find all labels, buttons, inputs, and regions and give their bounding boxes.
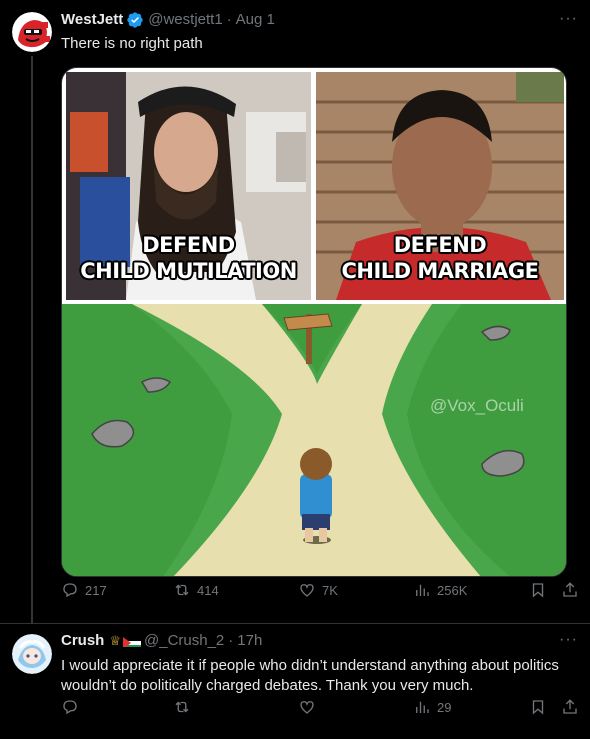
tweet-text: I would appreciate it if people who didn…: [61, 657, 559, 694]
watermark: @Vox_Oculi: [430, 396, 524, 415]
views-count: 256K: [437, 582, 468, 598]
separator-dot: ·: [226, 11, 232, 28]
like-icon: [300, 701, 314, 714]
left-caption-line2: CHILD MUTILATION: [80, 259, 297, 283]
more-icon[interactable]: ···: [559, 631, 578, 649]
tweet-westjett[interactable]: WestJett @westjett1 · Aug 1 ··· There is…: [0, 0, 590, 624]
more-icon[interactable]: ···: [559, 10, 578, 28]
share-icon: [563, 699, 577, 714]
views-icon: [416, 584, 429, 596]
right-caption-line1: DEFEND: [393, 233, 487, 257]
reply-button[interactable]: [61, 698, 79, 716]
bookmark-icon: [532, 583, 544, 598]
timestamp[interactable]: 17h: [237, 631, 262, 651]
repost-icon: [175, 584, 189, 596]
flag-icon: [123, 635, 141, 647]
avatar-westjett[interactable]: [12, 12, 52, 52]
like-button[interactable]: 7K: [298, 581, 338, 599]
repost-count: 414: [197, 582, 219, 598]
reply-button[interactable]: 217: [61, 581, 107, 599]
views-icon: [416, 701, 429, 713]
meme-panel-right: DEFEND CHILD MARRIAGE: [316, 72, 564, 300]
timestamp[interactable]: Aug 1: [236, 10, 275, 30]
views-button[interactable]: 256K: [413, 581, 467, 599]
author-name[interactable]: Crush: [61, 631, 104, 651]
meme-panel-left: DEFEND CHILD MUTILATION: [66, 72, 311, 300]
like-count: 7K: [322, 582, 338, 598]
thread-line: [31, 56, 33, 624]
verified-badge-icon: [127, 12, 143, 28]
meme-panel-crossroads: @Vox_Oculi: [62, 304, 566, 576]
author-handle[interactable]: @westjett1: [148, 10, 222, 30]
repost-icon: [175, 701, 189, 713]
bookmark-icon: [532, 700, 544, 715]
bookmark-button[interactable]: [529, 581, 547, 599]
views-count: 29: [437, 699, 452, 715]
share-icon: [563, 582, 577, 597]
share-button[interactable]: [561, 581, 579, 599]
reply-icon: [63, 700, 77, 715]
avatar-crush[interactable]: [12, 634, 52, 674]
like-button[interactable]: [298, 698, 316, 716]
tweet-text: There is no right path: [61, 35, 203, 52]
left-caption-line1: DEFEND: [142, 233, 235, 257]
tweet-crush[interactable]: Crush ♕ @_Crush_2 · 17h ··· I would appr…: [0, 624, 590, 739]
right-caption-line2: CHILD MARRIAGE: [341, 259, 539, 283]
tweet-media[interactable]: DEFEND CHILD MUTILATION DEFEND CHILD MAR…: [61, 67, 567, 577]
like-icon: [300, 584, 314, 597]
author-handle[interactable]: @_Crush_2: [144, 631, 224, 651]
repost-button[interactable]: 414: [173, 581, 219, 599]
share-button[interactable]: [561, 698, 579, 716]
views-button[interactable]: 29: [413, 698, 451, 716]
separator-dot: ·: [228, 632, 234, 649]
reply-count: 217: [85, 582, 107, 598]
bookmark-button[interactable]: [529, 698, 547, 716]
repost-button[interactable]: [173, 698, 191, 716]
reply-icon: [63, 583, 77, 598]
author-name[interactable]: WestJett: [61, 10, 123, 30]
crown-icon: ♕: [109, 633, 121, 648]
